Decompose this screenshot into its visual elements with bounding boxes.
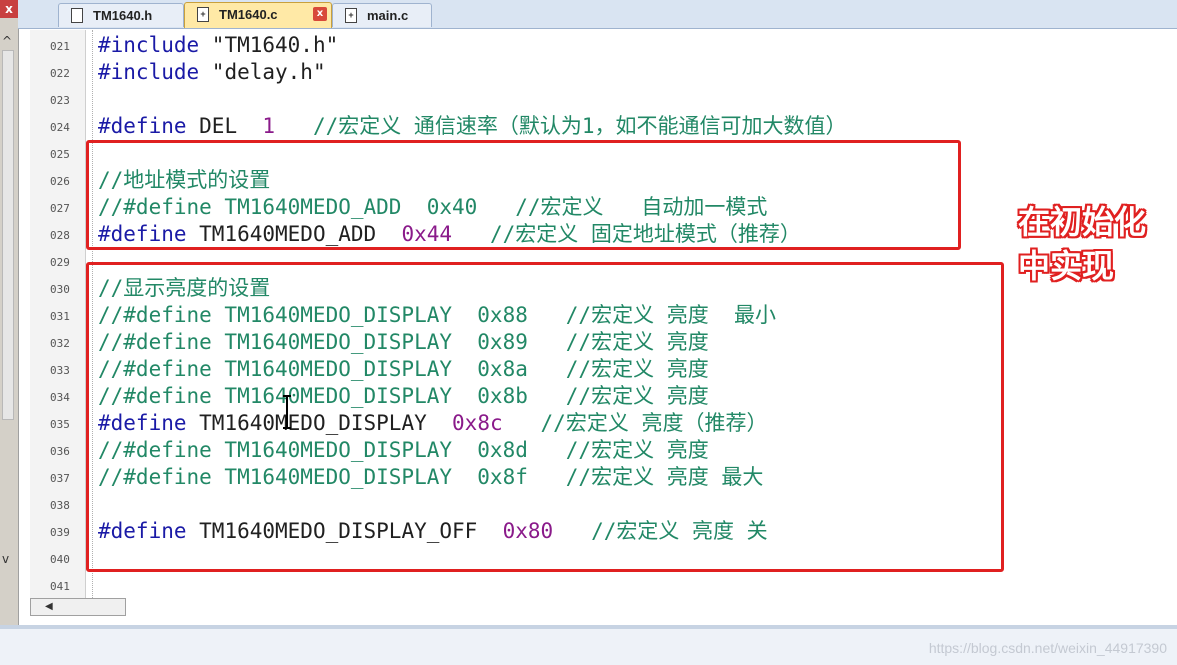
code-line[interactable]: 023	[30, 86, 1177, 113]
code-token: #include	[98, 60, 200, 84]
tab-main-c[interactable]: + main.c	[332, 3, 432, 27]
code-token: #define	[98, 114, 187, 138]
line-number: 024	[50, 121, 70, 134]
code-line[interactable]: 021 #include "TM1640.h"	[30, 32, 1177, 59]
line-number: 039	[50, 526, 70, 539]
chevron-up-icon[interactable]: ^	[2, 34, 12, 48]
code-text: #include "delay.h"	[98, 59, 326, 86]
line-number: 030	[50, 283, 70, 296]
line-number: 038	[50, 499, 70, 512]
document-icon: +	[345, 8, 357, 23]
line-number: 035	[50, 418, 70, 431]
highlight-box-brightness	[86, 262, 1004, 572]
tab-tm1640-h[interactable]: TM1640.h	[58, 3, 184, 27]
close-icon[interactable]: x	[313, 7, 327, 21]
tab-bar: TM1640.h + TM1640.c x + main.c	[18, 0, 1177, 29]
code-token: "delay.h"	[199, 60, 326, 84]
line-number: 037	[50, 472, 70, 485]
code-token: #include	[98, 33, 200, 57]
highlight-box-address	[86, 140, 961, 250]
document-icon: +	[197, 7, 209, 22]
line-number: 036	[50, 445, 70, 458]
left-panel-strip: x ^ v	[0, 0, 19, 665]
code-token: 1	[262, 114, 276, 138]
line-number: 032	[50, 337, 70, 350]
line-number: 034	[50, 391, 70, 404]
line-number: 029	[50, 256, 70, 269]
chevron-down-icon[interactable]: v	[2, 552, 9, 566]
tab-label: TM1640.c	[219, 7, 278, 22]
line-number: 021	[50, 40, 70, 53]
chevron-left-icon[interactable]: ◀	[45, 601, 53, 612]
tab-label: main.c	[367, 8, 409, 23]
line-number: 023	[50, 94, 70, 107]
line-number: 022	[50, 67, 70, 80]
code-line[interactable]: 022 #include "delay.h"	[30, 59, 1177, 86]
line-number: 040	[50, 553, 70, 566]
watermark: https://blog.csdn.net/weixin_44917390	[928, 640, 1167, 656]
code-text: #include "TM1640.h"	[98, 32, 338, 59]
code-token: DEL	[186, 114, 263, 138]
line-number: 041	[50, 580, 70, 593]
annotation-label: 在初始化中实现	[1018, 203, 1147, 285]
code-token: //宏定义 通信速率（默认为1，如不能通信可加大数值）	[275, 114, 847, 138]
document-icon	[71, 8, 83, 23]
line-number: 027	[50, 202, 70, 215]
line-number: 031	[50, 310, 70, 323]
code-text: #define DEL 1 //宏定义 通信速率（默认为1，如不能通信可加大数值…	[98, 113, 847, 140]
tab-label: TM1640.h	[93, 8, 153, 23]
code-line[interactable]: 024 #define DEL 1 //宏定义 通信速率（默认为1，如不能通信可加…	[30, 113, 1177, 140]
vertical-scrollbar[interactable]	[2, 50, 14, 420]
code-token: "TM1640.h"	[199, 33, 339, 57]
line-number: 025	[50, 148, 70, 161]
text-cursor-icon	[283, 395, 291, 429]
close-icon[interactable]: x	[0, 0, 18, 18]
line-number: 026	[50, 175, 70, 188]
horizontal-scrollbar[interactable]: ◀	[30, 598, 126, 616]
line-number: 028	[50, 229, 70, 242]
tab-tm1640-c[interactable]: + TM1640.c x	[184, 2, 332, 28]
line-number: 033	[50, 364, 70, 377]
code-line[interactable]: 041	[30, 572, 1177, 599]
